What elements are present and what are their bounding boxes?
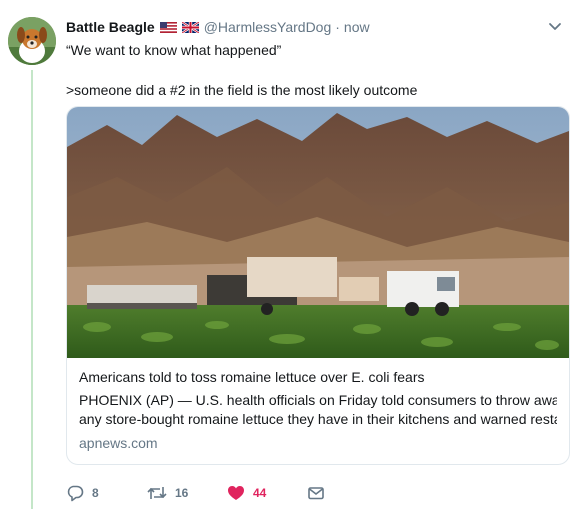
heart-icon xyxy=(228,486,244,500)
card-description-line: any store-bought romaine lettuce they ha… xyxy=(79,411,557,427)
like-button[interactable]: 44 xyxy=(227,483,266,503)
chevron-down-icon[interactable] xyxy=(547,18,563,34)
retweet-count: 16 xyxy=(175,486,189,500)
user-handle[interactable]: @HarmlessYardDog xyxy=(204,19,332,35)
retweet-button[interactable]: 16 xyxy=(147,483,188,503)
tweet-text-line: >someone did a #2 in the field is the mo… xyxy=(66,82,418,98)
card-body: Americans told to toss romaine lettuce o… xyxy=(67,358,569,451)
card-description: PHOENIX (AP) — U.S. health officials on … xyxy=(79,391,557,429)
uk-flag-icon xyxy=(181,21,199,33)
card-domain: apnews.com xyxy=(79,435,158,451)
thread-connector-line xyxy=(31,70,33,509)
avatar[interactable] xyxy=(8,17,56,65)
retweet-icon xyxy=(147,487,167,499)
avatar-image xyxy=(8,17,56,65)
header-separator: · xyxy=(335,19,340,35)
us-flag-icon xyxy=(159,21,177,33)
tweet-actions: 8 16 44 xyxy=(66,483,366,503)
card-title[interactable]: Americans told to toss romaine lettuce o… xyxy=(79,368,557,387)
link-preview-card[interactable]: Americans told to toss romaine lettuce o… xyxy=(66,106,570,465)
direct-message-button[interactable] xyxy=(307,483,325,503)
reply-count: 8 xyxy=(92,486,99,500)
tweet-header: Battle Beagle @HarmlessYardDog · now xyxy=(66,17,370,37)
card-image xyxy=(67,107,569,358)
tweet-timestamp[interactable]: now xyxy=(344,19,370,35)
reply-icon xyxy=(67,485,84,502)
envelope-icon xyxy=(308,487,324,500)
card-description-line: PHOENIX (AP) — U.S. health officials on … xyxy=(79,392,557,408)
tweet-text: “We want to know what happened” >someone… xyxy=(66,40,556,100)
like-count: 44 xyxy=(253,486,267,500)
reply-button[interactable]: 8 xyxy=(66,483,99,503)
display-name[interactable]: Battle Beagle xyxy=(66,19,155,35)
tweet-text-line: “We want to know what happened” xyxy=(66,42,282,58)
